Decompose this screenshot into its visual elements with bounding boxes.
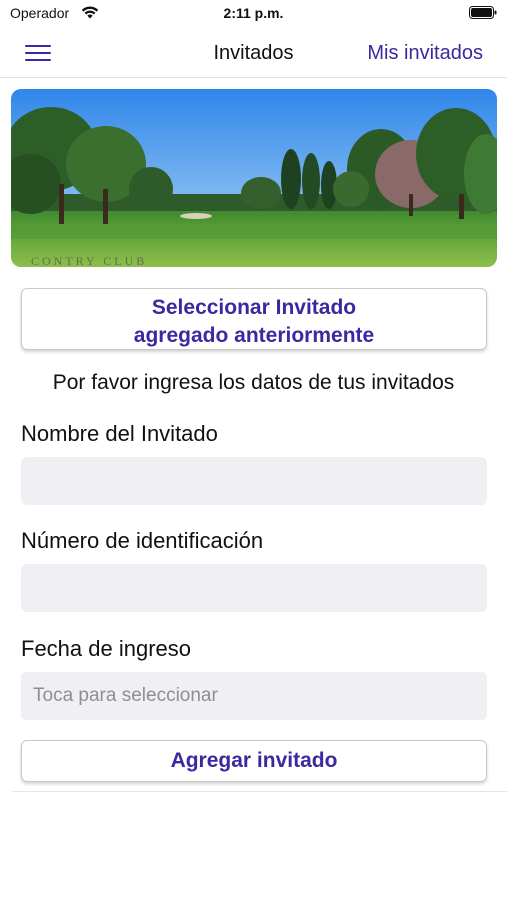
select-button-line2: agregado anteriormente xyxy=(133,324,375,347)
banner-sign-text: CONTRY CLUB xyxy=(31,254,147,267)
guest-name-input[interactable] xyxy=(21,457,487,505)
battery-icon xyxy=(469,6,497,19)
entry-date-label: Fecha de ingreso xyxy=(21,636,191,661)
id-number-label: Número de identificación xyxy=(21,528,264,553)
entry-date-picker[interactable] xyxy=(21,672,487,720)
status-bar: Operador 2:11 p.m. xyxy=(0,0,507,28)
bottom-divider xyxy=(12,791,507,792)
my-guests-link[interactable]: Mis invitados xyxy=(367,42,483,65)
navigation-bar: Invitados Mis invitados xyxy=(0,28,507,78)
select-previous-guest-button[interactable]: Seleccionar Invitado agregado anteriorme… xyxy=(21,288,487,350)
guest-name-label: Nombre del Invitado xyxy=(21,421,218,446)
add-guest-button[interactable]: Agregar invitado xyxy=(21,740,487,782)
clock: 2:11 p.m. xyxy=(223,5,284,21)
banner-image: CONTRY CLUB xyxy=(11,89,497,267)
instructions-text: Por favor ingresa los datos de tus invit… xyxy=(52,371,455,394)
screen: Operador 2:11 p.m. Invitados Mis invitad… xyxy=(0,0,507,900)
id-number-input[interactable] xyxy=(21,564,487,612)
select-button-line1: Seleccionar Invitado xyxy=(151,296,357,319)
